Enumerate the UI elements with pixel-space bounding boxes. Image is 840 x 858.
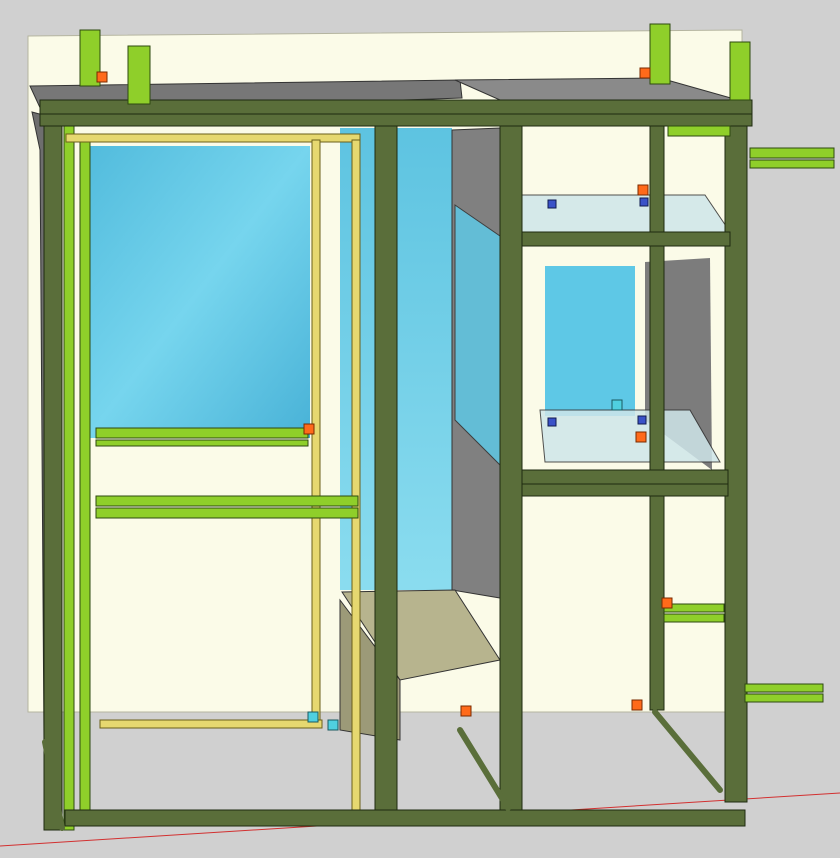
right-glass-panel [545,266,635,416]
cad-frame-scene [0,23,840,847]
glass-shelf-middle [539,409,721,463]
glass-angled-box [454,204,501,467]
left-glass-panel [88,146,310,438]
